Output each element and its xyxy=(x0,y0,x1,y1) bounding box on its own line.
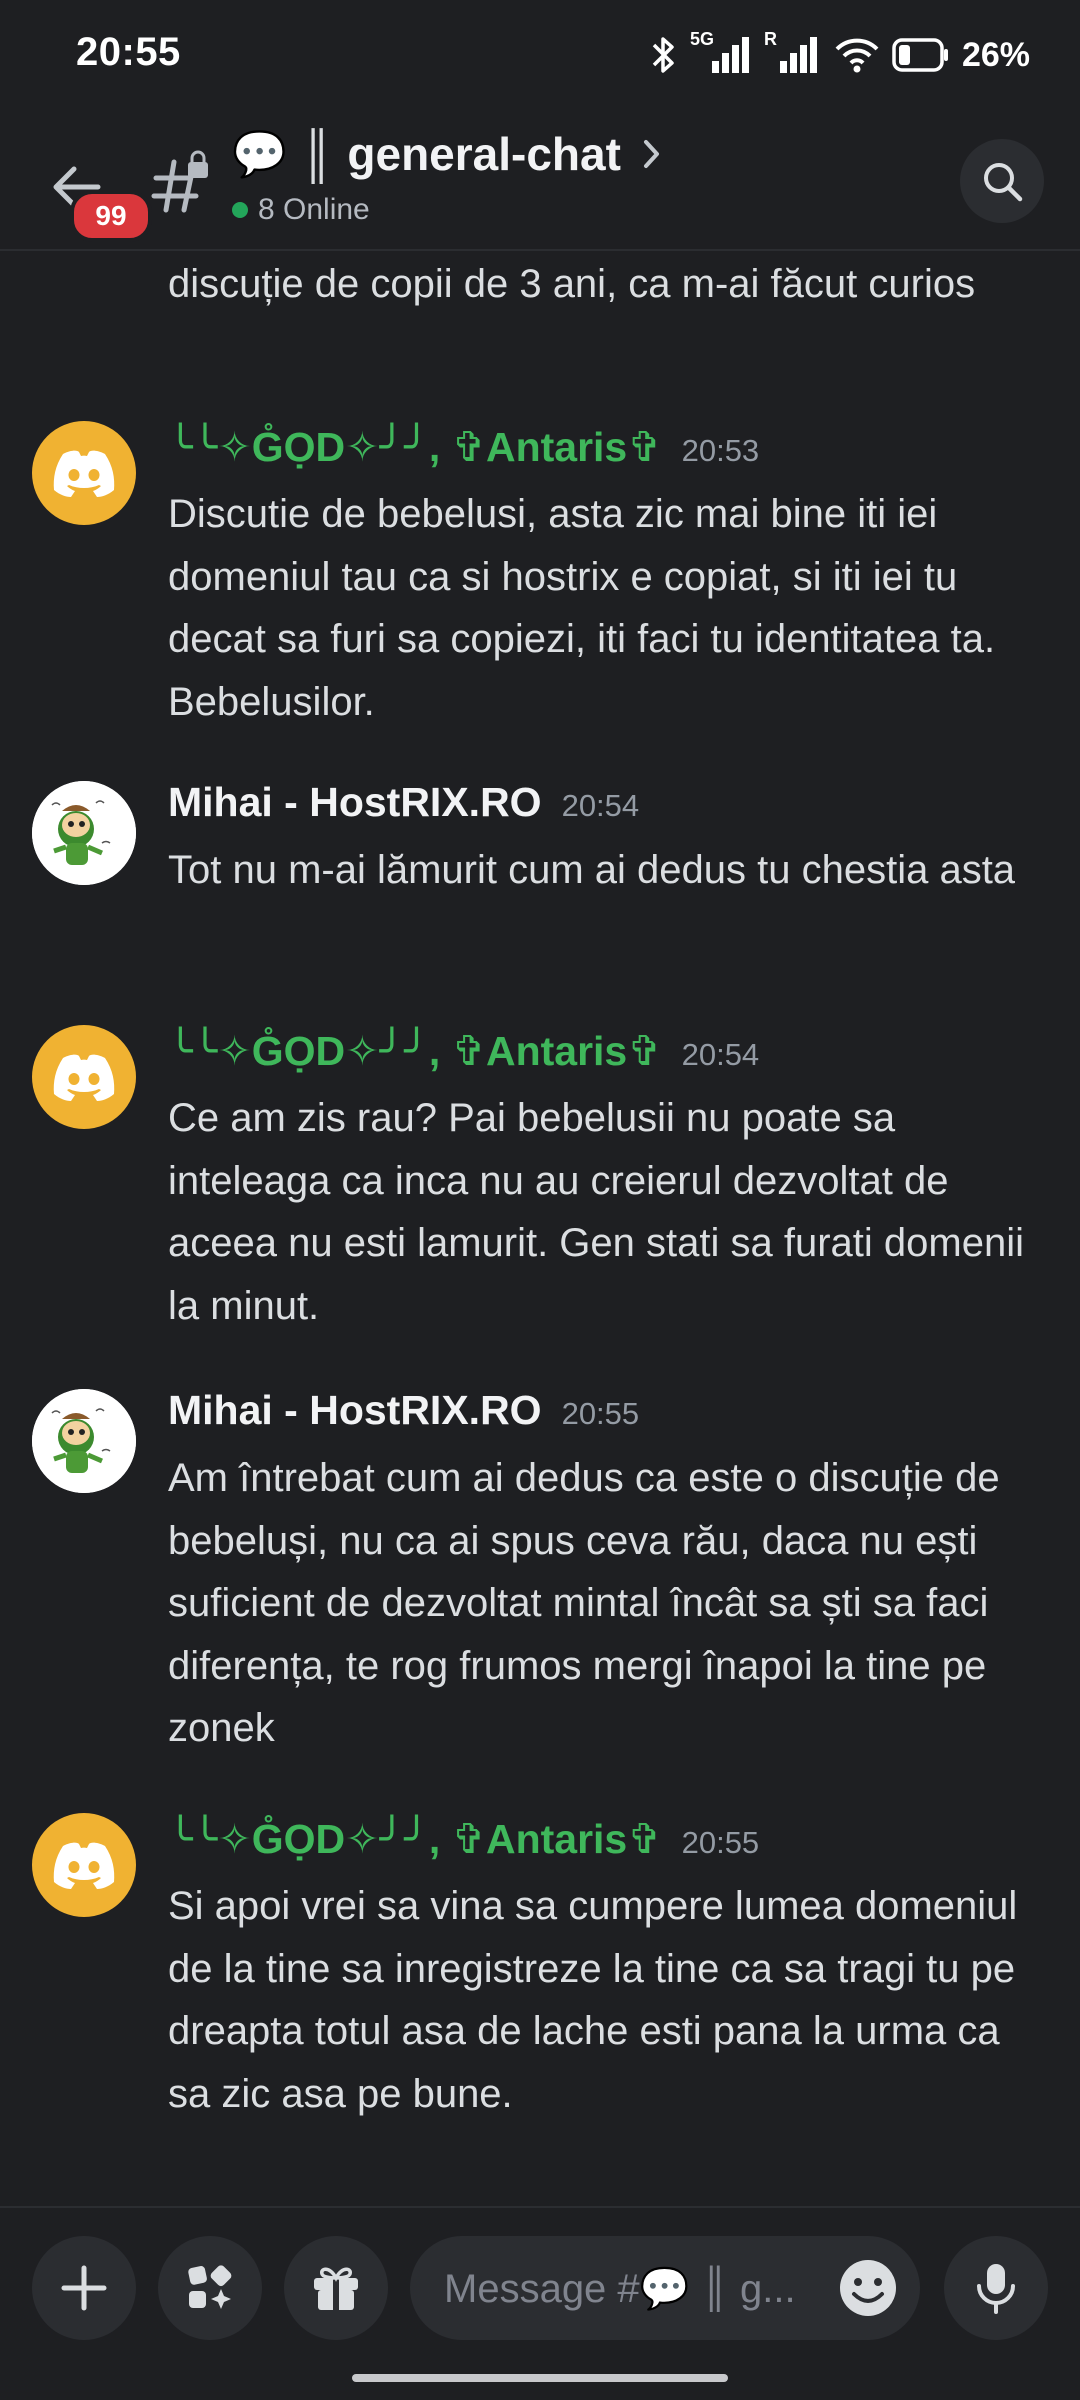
discord-logo-icon xyxy=(53,1842,115,1889)
message-text: discuție de copii de 3 ani, ca m-ai făcu… xyxy=(168,262,976,306)
avatar[interactable] xyxy=(32,421,136,525)
message-header: ╰╰✧G̊ỌD✧╯╯, ✞Antaris✞ 20:53 xyxy=(168,423,759,471)
message-timestamp: 20:55 xyxy=(561,1396,640,1431)
cartoon-avatar-icon xyxy=(32,781,136,885)
message-timestamp: 20:53 xyxy=(681,433,760,468)
apps-icon xyxy=(188,2265,232,2309)
avatar[interactable] xyxy=(32,781,136,885)
search-button[interactable] xyxy=(960,139,1044,223)
message-list[interactable]: discuție de copii de 3 ani, ca m-ai făcu… xyxy=(0,251,1080,2206)
author-name[interactable]: ╰╰✧G̊ỌD✧╯╯, ✞Antaris✞ xyxy=(168,1815,662,1863)
status-bar: 20:55 5G R 26% xyxy=(0,0,1080,115)
avatar[interactable] xyxy=(32,1389,136,1493)
channel-name: general-chat xyxy=(347,128,621,180)
chevron-right-icon xyxy=(643,140,659,168)
discord-logo-icon xyxy=(53,1054,115,1101)
message-text: Si apoi vrei sa vina sa cumpere lumea do… xyxy=(168,1884,1018,2116)
plus-icon xyxy=(61,2265,107,2311)
battery-icon xyxy=(892,38,948,72)
wifi-icon xyxy=(835,38,879,73)
message-text: Discutie de bebelusi, asta zic mai bine … xyxy=(168,492,996,724)
apps-button[interactable] xyxy=(158,2236,262,2340)
message-input[interactable]: Message #💬 ║ g... xyxy=(410,2236,920,2340)
discord-logo-icon xyxy=(53,450,115,497)
gift-icon xyxy=(314,2267,358,2310)
message-input-placeholder: Message #💬 ║ g... xyxy=(444,2266,796,2311)
message-text: Tot nu m-ai lămurit cum ai dedus tu ches… xyxy=(168,848,1016,892)
locked-text-channel-icon xyxy=(150,150,214,220)
status-icons: 5G R 26% xyxy=(650,29,1030,80)
gift-button[interactable] xyxy=(284,2236,388,2340)
message-header: Mihai - HostRIX.RO 20:55 xyxy=(168,1387,639,1434)
bluetooth-icon xyxy=(652,37,674,73)
home-indicator[interactable] xyxy=(352,2374,728,2382)
message-timestamp: 20:55 xyxy=(681,1825,760,1860)
voice-message-button[interactable] xyxy=(944,2236,1048,2340)
message-header: Mihai - HostRIX.RO 20:54 xyxy=(168,779,639,826)
emoji-button[interactable] xyxy=(836,2256,900,2320)
avatar[interactable] xyxy=(32,1813,136,1917)
author-name[interactable]: ╰╰✧G̊ỌD✧╯╯, ✞Antaris✞ xyxy=(168,423,662,471)
message-composer: Message #💬 ║ g... xyxy=(0,2206,1080,2366)
online-count: 8 Online xyxy=(258,193,370,226)
unread-badge: 99 xyxy=(70,190,152,242)
add-attachment-button[interactable] xyxy=(32,2236,136,2340)
signal-roaming-icon: R xyxy=(764,29,822,75)
avatar[interactable] xyxy=(32,1025,136,1129)
author-name[interactable]: Mihai - HostRIX.RO xyxy=(168,779,542,826)
cartoon-avatar-icon xyxy=(32,1389,136,1493)
message-header: ╰╰✧G̊ỌD✧╯╯, ✞Antaris✞ 20:54 xyxy=(168,1027,759,1075)
online-status: 8 Online xyxy=(232,193,370,227)
signal-5g-icon: 5G xyxy=(690,29,752,75)
online-dot-icon xyxy=(232,202,248,218)
emoji-icon xyxy=(840,2260,896,2316)
microphone-icon xyxy=(977,2264,1015,2314)
message-timestamp: 20:54 xyxy=(681,1037,760,1072)
status-time: 20:55 xyxy=(76,30,181,74)
author-name[interactable]: Mihai - HostRIX.RO xyxy=(168,1387,542,1434)
channel-header: 99 💬 ║ general-chat 8 Online xyxy=(0,115,1080,251)
search-icon xyxy=(984,163,1023,202)
channel-title[interactable]: 💬 ║ general-chat xyxy=(232,127,663,181)
message-header: ╰╰✧G̊ỌD✧╯╯, ✞Antaris✞ 20:55 xyxy=(168,1815,759,1863)
message-timestamp: 20:54 xyxy=(561,788,640,823)
message-text: Am întrebat cum ai dedus ca este o discu… xyxy=(168,1456,1000,1750)
author-name[interactable]: ╰╰✧G̊ỌD✧╯╯, ✞Antaris✞ xyxy=(168,1027,662,1075)
battery-percent: 26% xyxy=(961,35,1030,74)
channel-emoji: 💬 xyxy=(232,130,287,179)
channel-separator: ║ xyxy=(300,128,334,180)
message-text: Ce am zis rau? Pai bebelusii nu poate sa… xyxy=(168,1096,1024,1328)
